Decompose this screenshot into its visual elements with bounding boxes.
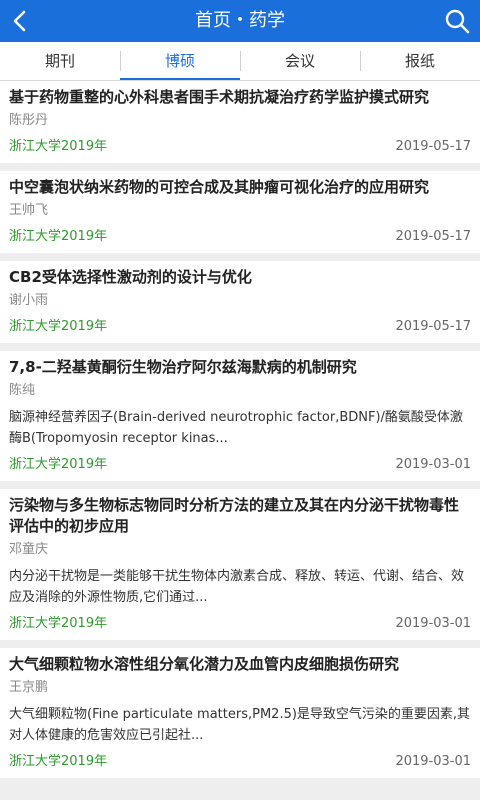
item-author: 王京鹏	[9, 680, 49, 695]
item-title: 大气细颗粒物水溶性组分氧化潜力及血管内皮细胞损伤研究	[9, 655, 400, 673]
tab-newspapers[interactable]: 报纸	[360, 42, 480, 80]
tab-theses[interactable]: 博硕	[120, 42, 240, 80]
tab-journals[interactable]: 期刊	[0, 42, 120, 80]
item-author: 王帅飞	[9, 203, 49, 218]
top-bar: 首页・药学	[0, 0, 480, 42]
item-date: 2019-05-17	[395, 229, 471, 244]
item-author: 谢小雨	[9, 293, 49, 308]
item-title: 7,8-二羟基黄酮衍生物治疗阿尔兹海默病的机制研究	[9, 358, 357, 376]
item-title: 中空囊泡状纳米药物的可控合成及其肿瘤可视化治疗的应用研究	[9, 178, 430, 196]
list-item[interactable]: 中空囊泡状纳米药物的可控合成及其肿瘤可视化治疗的应用研究 王帅飞 浙江大学201…	[0, 171, 480, 253]
item-date: 2019-05-17	[395, 139, 471, 154]
item-author: 陈彤丹	[9, 113, 49, 128]
item-author: 邓童庆	[9, 542, 49, 557]
item-footer: 浙江大学2019年 2019-03-01	[9, 455, 471, 475]
item-footer: 浙江大学2019年 2019-05-17	[9, 137, 471, 157]
item-footer: 浙江大学2019年 2019-05-17	[9, 317, 471, 337]
item-date: 2019-03-01	[395, 754, 471, 769]
list-item[interactable]: CB2受体选择性激动剂的设计与优化 谢小雨 浙江大学2019年 2019-05-…	[0, 261, 480, 343]
list-item[interactable]: 大气细颗粒物水溶性组分氧化潜力及血管内皮细胞损伤研究 王京鹏 大气细颗粒物(Fi…	[0, 648, 480, 778]
thesis-list: 基于药物重整的心外科患者围手术期抗凝治疗药学监护摸式研究 陈彤丹 浙江大学201…	[0, 81, 480, 778]
item-source: 浙江大学2019年	[9, 616, 108, 631]
list-item[interactable]: 基于药物重整的心外科患者围手术期抗凝治疗药学监护摸式研究 陈彤丹 浙江大学201…	[0, 81, 480, 163]
tab-conferences[interactable]: 会议	[240, 42, 360, 80]
item-title: 基于药物重整的心外科患者围手术期抗凝治疗药学监护摸式研究	[9, 88, 430, 106]
item-abstract: 脑源神经营养因子(Brain-derived neurotrophic fact…	[9, 410, 463, 446]
item-source: 浙江大学2019年	[9, 139, 108, 154]
item-abstract: 大气细颗粒物(Fine particulate matters,PM2.5)是导…	[9, 707, 471, 743]
item-footer: 浙江大学2019年 2019-03-01	[9, 752, 471, 772]
search-icon[interactable]	[444, 8, 470, 34]
item-source: 浙江大学2019年	[9, 457, 108, 472]
list-item[interactable]: 7,8-二羟基黄酮衍生物治疗阿尔兹海默病的机制研究 陈纯 脑源神经营养因子(Br…	[0, 351, 480, 481]
item-title: CB2受体选择性激动剂的设计与优化	[9, 268, 252, 286]
item-date: 2019-03-01	[395, 616, 471, 631]
item-date: 2019-05-17	[395, 319, 471, 334]
item-title: 污染物与多生物标志物同时分析方法的建立及其在内分泌干扰物毒性评估中的初步应用	[9, 496, 460, 535]
item-footer: 浙江大学2019年 2019-05-17	[9, 227, 471, 247]
item-date: 2019-03-01	[395, 457, 471, 472]
item-source: 浙江大学2019年	[9, 229, 108, 244]
category-tabs: 期刊 博硕 会议 报纸	[0, 42, 480, 81]
item-source: 浙江大学2019年	[9, 319, 108, 334]
item-abstract: 内分泌干扰物是一类能够干扰生物体内激素合成、释放、转运、代谢、结合、效应及消除的…	[9, 569, 465, 605]
page-title: 首页・药学	[195, 10, 285, 31]
item-source: 浙江大学2019年	[9, 754, 108, 769]
item-author: 陈纯	[9, 383, 36, 398]
item-footer: 浙江大学2019年 2019-03-01	[9, 614, 471, 634]
list-item[interactable]: 污染物与多生物标志物同时分析方法的建立及其在内分泌干扰物毒性评估中的初步应用 邓…	[0, 489, 480, 640]
